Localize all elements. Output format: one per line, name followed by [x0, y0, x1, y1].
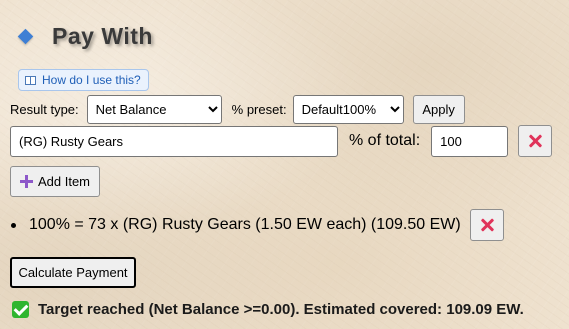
percent-preset-select[interactable]: Default100% — [292, 94, 404, 124]
controls-row: Result type: Net Balance % preset: Defau… — [10, 94, 465, 124]
remove-item-button[interactable] — [469, 209, 504, 241]
result-type-select[interactable]: Net Balance — [86, 94, 222, 124]
add-item-button[interactable]: Add Item — [10, 166, 100, 197]
status-text: Target reached (Net Balance >=0.00). Est… — [38, 300, 524, 318]
result-type-label: Result type: — [10, 101, 79, 117]
list-item-text: 100% = 73 x (RG) Rusty Gears (1.50 EW ea… — [29, 216, 461, 233]
header: Pay With — [16, 19, 153, 53]
page-title: Pay With — [52, 22, 153, 49]
add-item-label: Add Item — [37, 174, 91, 189]
list-item: 100% = 73 x (RG) Rusty Gears (1.50 EW ea… — [11, 209, 504, 241]
percent-preset-label: % preset: — [231, 101, 287, 117]
remove-entry-button[interactable] — [518, 125, 553, 157]
status-message: Target reached (Net Balance >=0.00). Est… — [12, 299, 524, 319]
plus-icon — [19, 175, 33, 188]
calculate-payment-button[interactable]: Calculate Payment — [10, 257, 136, 288]
help-button-label: How do I use this? — [42, 73, 141, 87]
bullet — [11, 222, 16, 228]
check-icon — [12, 300, 29, 318]
x-icon — [528, 134, 542, 148]
diamond-icon — [17, 28, 34, 44]
item-name-input[interactable]: (RG) Rusty Gears — [10, 125, 338, 157]
apply-button[interactable]: Apply — [412, 94, 465, 124]
percent-input[interactable]: 100 — [431, 125, 509, 157]
percent-of-total-label: % of total: — [349, 132, 421, 149]
item-entry-row: (RG) Rusty Gears % of total: 100 — [10, 124, 553, 158]
help-button[interactable]: How do I use this? — [18, 69, 149, 91]
x-icon — [480, 218, 494, 232]
book-icon — [25, 75, 36, 85]
